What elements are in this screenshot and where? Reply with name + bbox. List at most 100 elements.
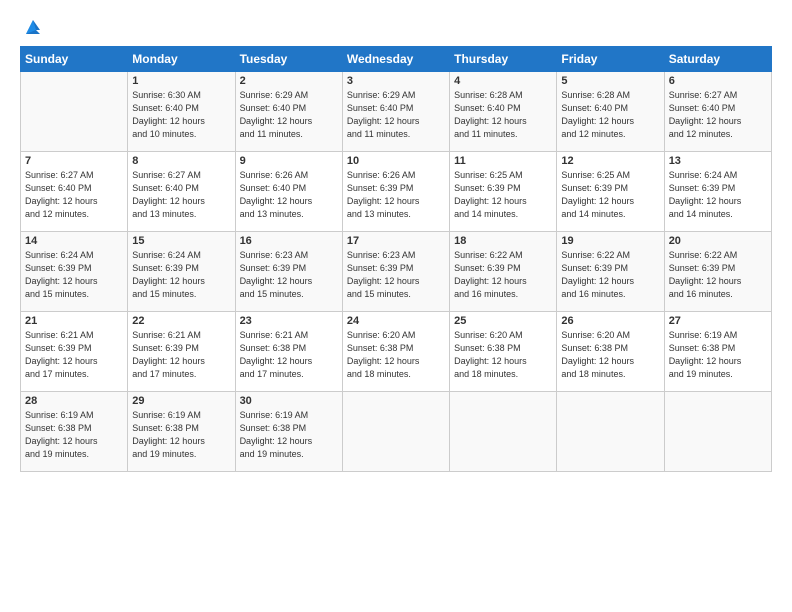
calendar-day-header: Monday bbox=[128, 47, 235, 72]
calendar-cell: 6Sunrise: 6:27 AM Sunset: 6:40 PM Daylig… bbox=[664, 72, 771, 152]
day-info: Sunrise: 6:22 AM Sunset: 6:39 PM Dayligh… bbox=[454, 249, 552, 301]
calendar-day-header: Tuesday bbox=[235, 47, 342, 72]
calendar-day-header: Sunday bbox=[21, 47, 128, 72]
day-number: 2 bbox=[240, 75, 338, 87]
calendar-cell: 5 Sunrise: 6:28 AM Sunset: 6:40 PM Daylig… bbox=[557, 72, 664, 152]
day-number: 11 bbox=[454, 155, 552, 167]
calendar-cell: 2 Sunrise: 6:29 AM Sunset: 6:40 PM Daylig… bbox=[235, 72, 342, 152]
calendar-cell: 25Sunrise: 6:20 AM Sunset: 6:38 PM Dayli… bbox=[450, 312, 557, 392]
calendar-week-row: 14 Sunrise: 6:24 AM Sunset: 6:39 PM Dayli… bbox=[21, 232, 772, 312]
calendar-cell: 21 Sunrise: 6:21 AM Sunset: 6:39 PM Dayli… bbox=[21, 312, 128, 392]
day-info: Sunrise: 6:21 AM Sunset: 6:39 PM Dayligh… bbox=[132, 329, 230, 381]
calendar-header-row: SundayMondayTuesdayWednesdayThursdayFrid… bbox=[21, 47, 772, 72]
day-info: Sunrise: 6:27 AM Sunset: 6:40 PM Dayligh… bbox=[25, 169, 123, 221]
calendar-cell: 13 Sunrise: 6:24 AM Sunset: 6:39 PM Dayli… bbox=[664, 152, 771, 232]
day-info: Sunrise: 6:30 AM Sunset: 6:40 PM Dayligh… bbox=[132, 89, 230, 141]
calendar-cell: 9 Sunrise: 6:26 AM Sunset: 6:40 PM Daylig… bbox=[235, 152, 342, 232]
calendar-cell bbox=[21, 72, 128, 152]
day-number: 14 bbox=[25, 235, 123, 247]
day-number: 15 bbox=[132, 235, 230, 247]
day-number: 30 bbox=[240, 395, 338, 407]
day-info: Sunrise: 6:24 AM Sunset: 6:39 PM Dayligh… bbox=[669, 169, 767, 221]
day-number: 1 bbox=[132, 75, 230, 87]
day-number: 5 bbox=[561, 75, 659, 87]
day-number: 29 bbox=[132, 395, 230, 407]
calendar-cell: 3 Sunrise: 6:29 AM Sunset: 6:40 PM Daylig… bbox=[342, 72, 449, 152]
calendar-cell: 17Sunrise: 6:23 AM Sunset: 6:39 PM Dayli… bbox=[342, 232, 449, 312]
calendar-day-header: Friday bbox=[557, 47, 664, 72]
day-number: 16 bbox=[240, 235, 338, 247]
calendar-day-header: Wednesday bbox=[342, 47, 449, 72]
calendar: SundayMondayTuesdayWednesdayThursdayFrid… bbox=[20, 46, 772, 472]
calendar-week-row: 28Sunrise: 6:19 AM Sunset: 6:38 PM Dayli… bbox=[21, 392, 772, 472]
calendar-cell: 10 Sunrise: 6:26 AM Sunset: 6:39 PM Dayli… bbox=[342, 152, 449, 232]
day-info: Sunrise: 6:21 AM Sunset: 6:39 PM Dayligh… bbox=[25, 329, 123, 381]
calendar-week-row: 1 Sunrise: 6:30 AM Sunset: 6:40 PM Daylig… bbox=[21, 72, 772, 152]
day-number: 27 bbox=[669, 315, 767, 327]
day-number: 18 bbox=[454, 235, 552, 247]
day-info: Sunrise: 6:24 AM Sunset: 6:39 PM Dayligh… bbox=[25, 249, 123, 301]
calendar-cell: 16 Sunrise: 6:23 AM Sunset: 6:39 PM Dayli… bbox=[235, 232, 342, 312]
calendar-day-header: Saturday bbox=[664, 47, 771, 72]
calendar-cell: 15Sunrise: 6:24 AM Sunset: 6:39 PM Dayli… bbox=[128, 232, 235, 312]
day-number: 22 bbox=[132, 315, 230, 327]
calendar-cell: 24 Sunrise: 6:20 AM Sunset: 6:38 PM Dayli… bbox=[342, 312, 449, 392]
day-info: Sunrise: 6:19 AM Sunset: 6:38 PM Dayligh… bbox=[240, 409, 338, 461]
calendar-cell: 30 Sunrise: 6:19 AM Sunset: 6:38 PM Dayli… bbox=[235, 392, 342, 472]
calendar-day-header: Thursday bbox=[450, 47, 557, 72]
day-number: 4 bbox=[454, 75, 552, 87]
day-number: 23 bbox=[240, 315, 338, 327]
day-info: Sunrise: 6:25 AM Sunset: 6:39 PM Dayligh… bbox=[454, 169, 552, 221]
day-info: Sunrise: 6:29 AM Sunset: 6:40 PM Dayligh… bbox=[347, 89, 445, 141]
day-info: Sunrise: 6:26 AM Sunset: 6:39 PM Dayligh… bbox=[347, 169, 445, 221]
day-number: 10 bbox=[347, 155, 445, 167]
calendar-cell: 1 Sunrise: 6:30 AM Sunset: 6:40 PM Daylig… bbox=[128, 72, 235, 152]
day-info: Sunrise: 6:20 AM Sunset: 6:38 PM Dayligh… bbox=[454, 329, 552, 381]
day-info: Sunrise: 6:26 AM Sunset: 6:40 PM Dayligh… bbox=[240, 169, 338, 221]
day-info: Sunrise: 6:22 AM Sunset: 6:39 PM Dayligh… bbox=[669, 249, 767, 301]
day-info: Sunrise: 6:21 AM Sunset: 6:38 PM Dayligh… bbox=[240, 329, 338, 381]
day-info: Sunrise: 6:19 AM Sunset: 6:38 PM Dayligh… bbox=[669, 329, 767, 381]
calendar-cell bbox=[342, 392, 449, 472]
day-info: Sunrise: 6:28 AM Sunset: 6:40 PM Dayligh… bbox=[454, 89, 552, 141]
day-info: Sunrise: 6:22 AM Sunset: 6:39 PM Dayligh… bbox=[561, 249, 659, 301]
calendar-cell: 22 Sunrise: 6:21 AM Sunset: 6:39 PM Dayli… bbox=[128, 312, 235, 392]
day-number: 20 bbox=[669, 235, 767, 247]
calendar-cell bbox=[557, 392, 664, 472]
calendar-cell: 8Sunrise: 6:27 AM Sunset: 6:40 PM Daylig… bbox=[128, 152, 235, 232]
day-number: 8 bbox=[132, 155, 230, 167]
calendar-cell: 4 Sunrise: 6:28 AM Sunset: 6:40 PM Daylig… bbox=[450, 72, 557, 152]
calendar-week-row: 21 Sunrise: 6:21 AM Sunset: 6:39 PM Dayli… bbox=[21, 312, 772, 392]
day-info: Sunrise: 6:20 AM Sunset: 6:38 PM Dayligh… bbox=[347, 329, 445, 381]
calendar-cell: 14 Sunrise: 6:24 AM Sunset: 6:39 PM Dayli… bbox=[21, 232, 128, 312]
calendar-cell: 7Sunrise: 6:27 AM Sunset: 6:40 PM Daylig… bbox=[21, 152, 128, 232]
day-info: Sunrise: 6:25 AM Sunset: 6:39 PM Dayligh… bbox=[561, 169, 659, 221]
day-number: 19 bbox=[561, 235, 659, 247]
day-number: 24 bbox=[347, 315, 445, 327]
calendar-cell: 11 Sunrise: 6:25 AM Sunset: 6:39 PM Dayli… bbox=[450, 152, 557, 232]
day-number: 21 bbox=[25, 315, 123, 327]
day-info: Sunrise: 6:23 AM Sunset: 6:39 PM Dayligh… bbox=[240, 249, 338, 301]
calendar-cell: 28Sunrise: 6:19 AM Sunset: 6:38 PM Dayli… bbox=[21, 392, 128, 472]
logo-icon bbox=[22, 16, 44, 38]
calendar-cell bbox=[664, 392, 771, 472]
calendar-cell: 27 Sunrise: 6:19 AM Sunset: 6:38 PM Dayli… bbox=[664, 312, 771, 392]
calendar-cell: 29Sunrise: 6:19 AM Sunset: 6:38 PM Dayli… bbox=[128, 392, 235, 472]
day-number: 9 bbox=[240, 155, 338, 167]
calendar-cell bbox=[450, 392, 557, 472]
day-number: 13 bbox=[669, 155, 767, 167]
calendar-cell: 19 Sunrise: 6:22 AM Sunset: 6:39 PM Dayli… bbox=[557, 232, 664, 312]
day-info: Sunrise: 6:28 AM Sunset: 6:40 PM Dayligh… bbox=[561, 89, 659, 141]
day-info: Sunrise: 6:19 AM Sunset: 6:38 PM Dayligh… bbox=[25, 409, 123, 461]
day-number: 17 bbox=[347, 235, 445, 247]
logo bbox=[20, 16, 44, 38]
calendar-week-row: 7Sunrise: 6:27 AM Sunset: 6:40 PM Daylig… bbox=[21, 152, 772, 232]
day-number: 12 bbox=[561, 155, 659, 167]
day-info: Sunrise: 6:29 AM Sunset: 6:40 PM Dayligh… bbox=[240, 89, 338, 141]
calendar-cell: 20 Sunrise: 6:22 AM Sunset: 6:39 PM Dayli… bbox=[664, 232, 771, 312]
day-number: 3 bbox=[347, 75, 445, 87]
calendar-cell: 23 Sunrise: 6:21 AM Sunset: 6:38 PM Dayli… bbox=[235, 312, 342, 392]
day-number: 26 bbox=[561, 315, 659, 327]
day-info: Sunrise: 6:20 AM Sunset: 6:38 PM Dayligh… bbox=[561, 329, 659, 381]
header bbox=[20, 16, 772, 38]
